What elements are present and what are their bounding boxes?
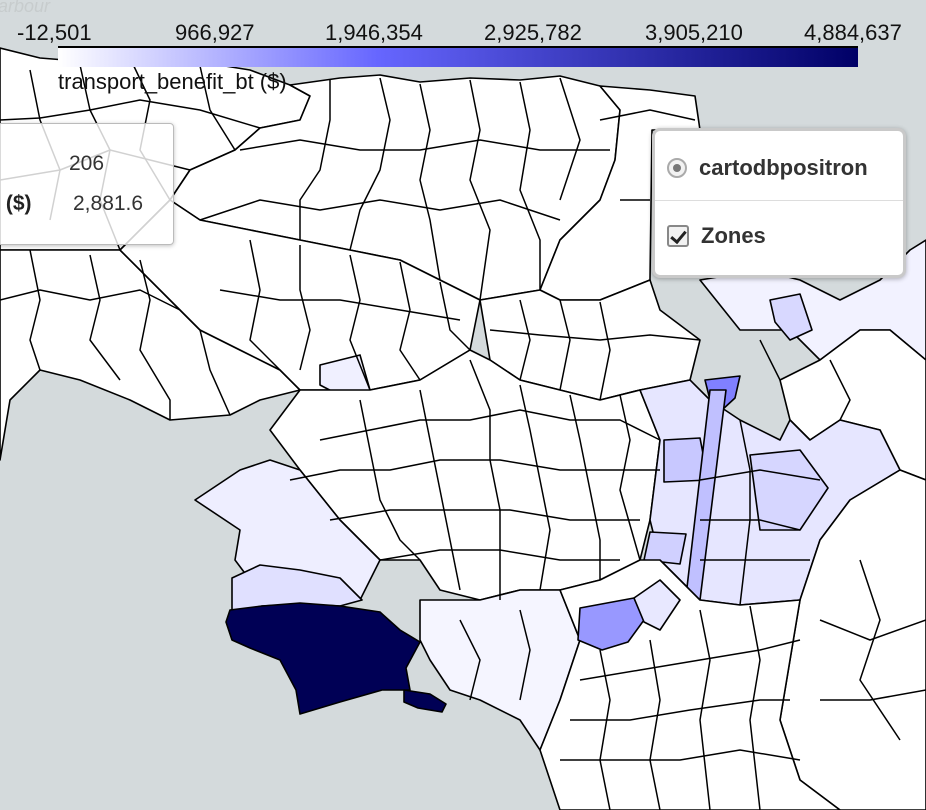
overlay-layer-label: Zones [701, 223, 766, 248]
colorbar-legend: -12,501 966,927 1,946,354 2,925,782 3,90… [0, 0, 926, 100]
zone-tooltip: 206 t ($) 2,881.6 [0, 123, 174, 245]
colorbar-tick-5: 4,884,637 [804, 20, 902, 45]
tooltip-value-zone: 206 [69, 152, 105, 175]
radio-icon[interactable] [667, 158, 687, 178]
layer-separator [655, 200, 903, 201]
colorbar-tick-4: 3,905,210 [645, 20, 743, 45]
colorbar-tick-2: 1,946,354 [325, 20, 423, 45]
colorbar-gradient [58, 46, 858, 67]
choropleth-map[interactable]: arbour [0, 0, 926, 810]
layer-control: cartodbpositron Zones [652, 128, 906, 278]
colorbar-label: transport_benefit_bt ($) [58, 69, 287, 94]
tooltip-label-benefit: t ($) [0, 192, 32, 215]
base-layer-label: cartodbpositron [699, 155, 868, 180]
colorbar-tick-1: 966,927 [175, 20, 255, 45]
overlay-layer-option[interactable]: Zones [667, 223, 766, 249]
checkbox-icon[interactable] [667, 225, 689, 247]
colorbar-tick-3: 2,925,782 [484, 20, 582, 45]
colorbar-tick-0: -12,501 [17, 20, 92, 45]
base-layer-option[interactable]: cartodbpositron [667, 155, 868, 181]
tooltip-value-benefit: 2,881.6 [73, 192, 144, 215]
